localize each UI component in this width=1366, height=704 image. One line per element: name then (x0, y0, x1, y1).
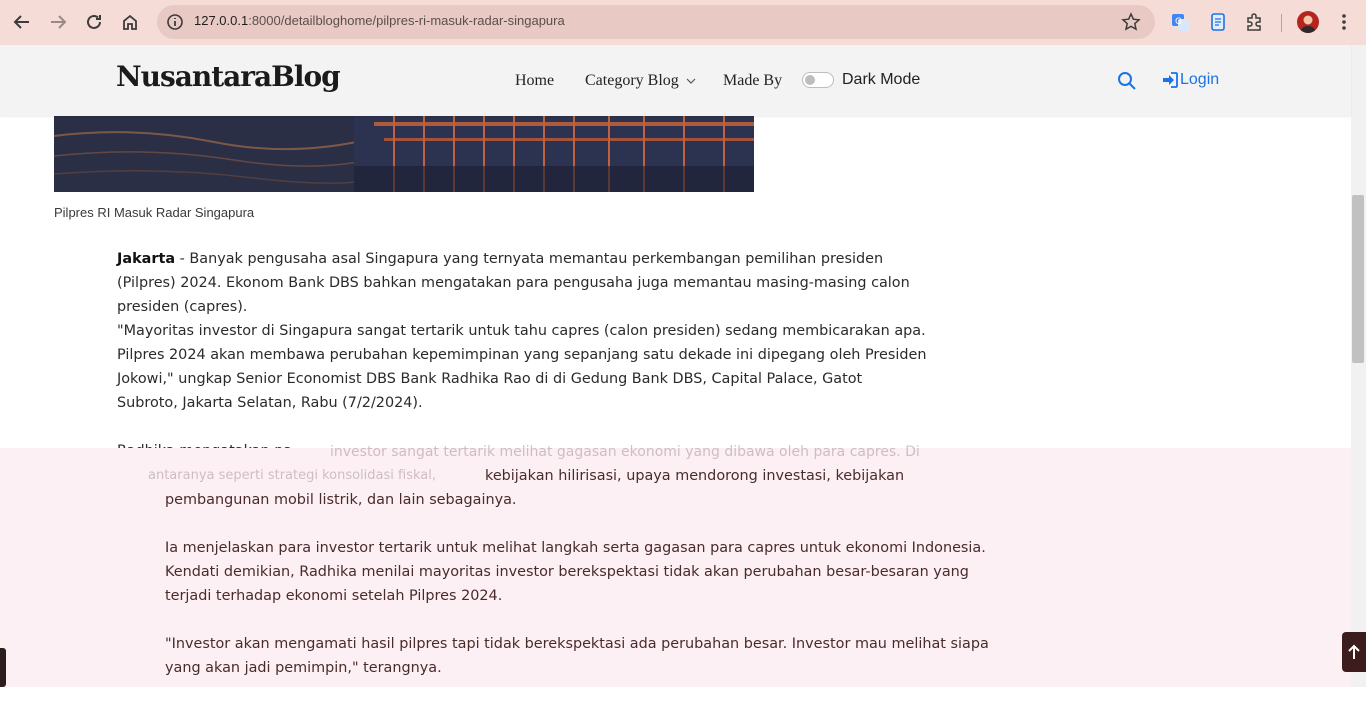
login-label: Login (1180, 71, 1220, 88)
profile-avatar[interactable] (1297, 11, 1319, 33)
bookmark-star-icon[interactable] (1121, 12, 1141, 32)
site-navbar: NusantaraBlog Home Category Blog Made By… (0, 45, 1351, 116)
site-brand[interactable]: NusantaraBlog (116, 60, 341, 93)
nav-madeby-link[interactable]: Made By (723, 72, 782, 90)
nav-home-link[interactable]: Home (515, 72, 554, 90)
article-dateline: Jakarta (117, 251, 176, 267)
article-lead-text: - Banyak pengusaha asal Singapura yang t… (117, 251, 910, 315)
overlay-article-text: kebijakan hilirisasi, upaya mendorong in… (165, 464, 995, 704)
forward-icon[interactable] (46, 10, 70, 34)
article-paragraph: kebijakan hilirisasi, upaya mendorong in… (165, 464, 995, 512)
nav-category-label: Category Blog (585, 72, 679, 89)
article-quote-text: "Mayoritas investor di Singapura sangat … (117, 323, 927, 411)
article-p2-continued: kebijakan hilirisasi, upaya mendorong in… (165, 468, 905, 508)
svg-text:G: G (1175, 17, 1182, 27)
article-hero-image (54, 116, 754, 192)
back-to-top-button[interactable] (1342, 632, 1366, 672)
article-paragraph: Ia menjelaskan para investor tertarik un… (165, 540, 986, 604)
back-icon[interactable] (10, 10, 34, 34)
article-paragraph: "Investor akan mengamati hasil pilpres t… (165, 636, 989, 676)
toolbar-divider (1281, 14, 1282, 32)
article-paragraph: Jakarta - Banyak pengusaha asal Singapur… (117, 247, 927, 415)
arrow-up-icon (1348, 644, 1360, 659)
login-icon (1163, 72, 1178, 88)
home-icon[interactable] (118, 10, 142, 34)
chevron-down-icon (686, 78, 696, 84)
address-bar[interactable]: 127.0.0.1:8000/detailbloghome/pilpres-ri… (157, 5, 1155, 39)
page-scrollbar-track[interactable] (1351, 45, 1366, 687)
menu-dots-icon[interactable] (1333, 11, 1355, 33)
faded-text-line: investor sangat tertarik melihat gagasan… (330, 444, 920, 460)
login-link[interactable]: Login (1162, 71, 1219, 89)
site-info-icon[interactable] (166, 13, 184, 31)
nav-category-dropdown[interactable]: Category Blog (585, 72, 696, 90)
dark-mode-label: Dark Mode (842, 71, 921, 88)
page-scrollbar-thumb[interactable] (1352, 195, 1364, 363)
side-tab[interactable] (0, 648, 6, 687)
reload-icon[interactable] (82, 10, 106, 34)
browser-toolbar: 127.0.0.1:8000/detailbloghome/pilpres-ri… (0, 0, 1366, 45)
search-icon[interactable] (1117, 71, 1137, 91)
dark-mode-toggle[interactable] (802, 72, 834, 88)
image-caption: Pilpres RI Masuk Radar Singapura (54, 205, 255, 220)
translate-icon[interactable]: G (1170, 11, 1192, 33)
extensions-icon[interactable] (1243, 11, 1265, 33)
reader-icon[interactable] (1207, 11, 1229, 33)
url-text: 127.0.0.1:8000/detailbloghome/pilpres-ri… (194, 13, 565, 28)
